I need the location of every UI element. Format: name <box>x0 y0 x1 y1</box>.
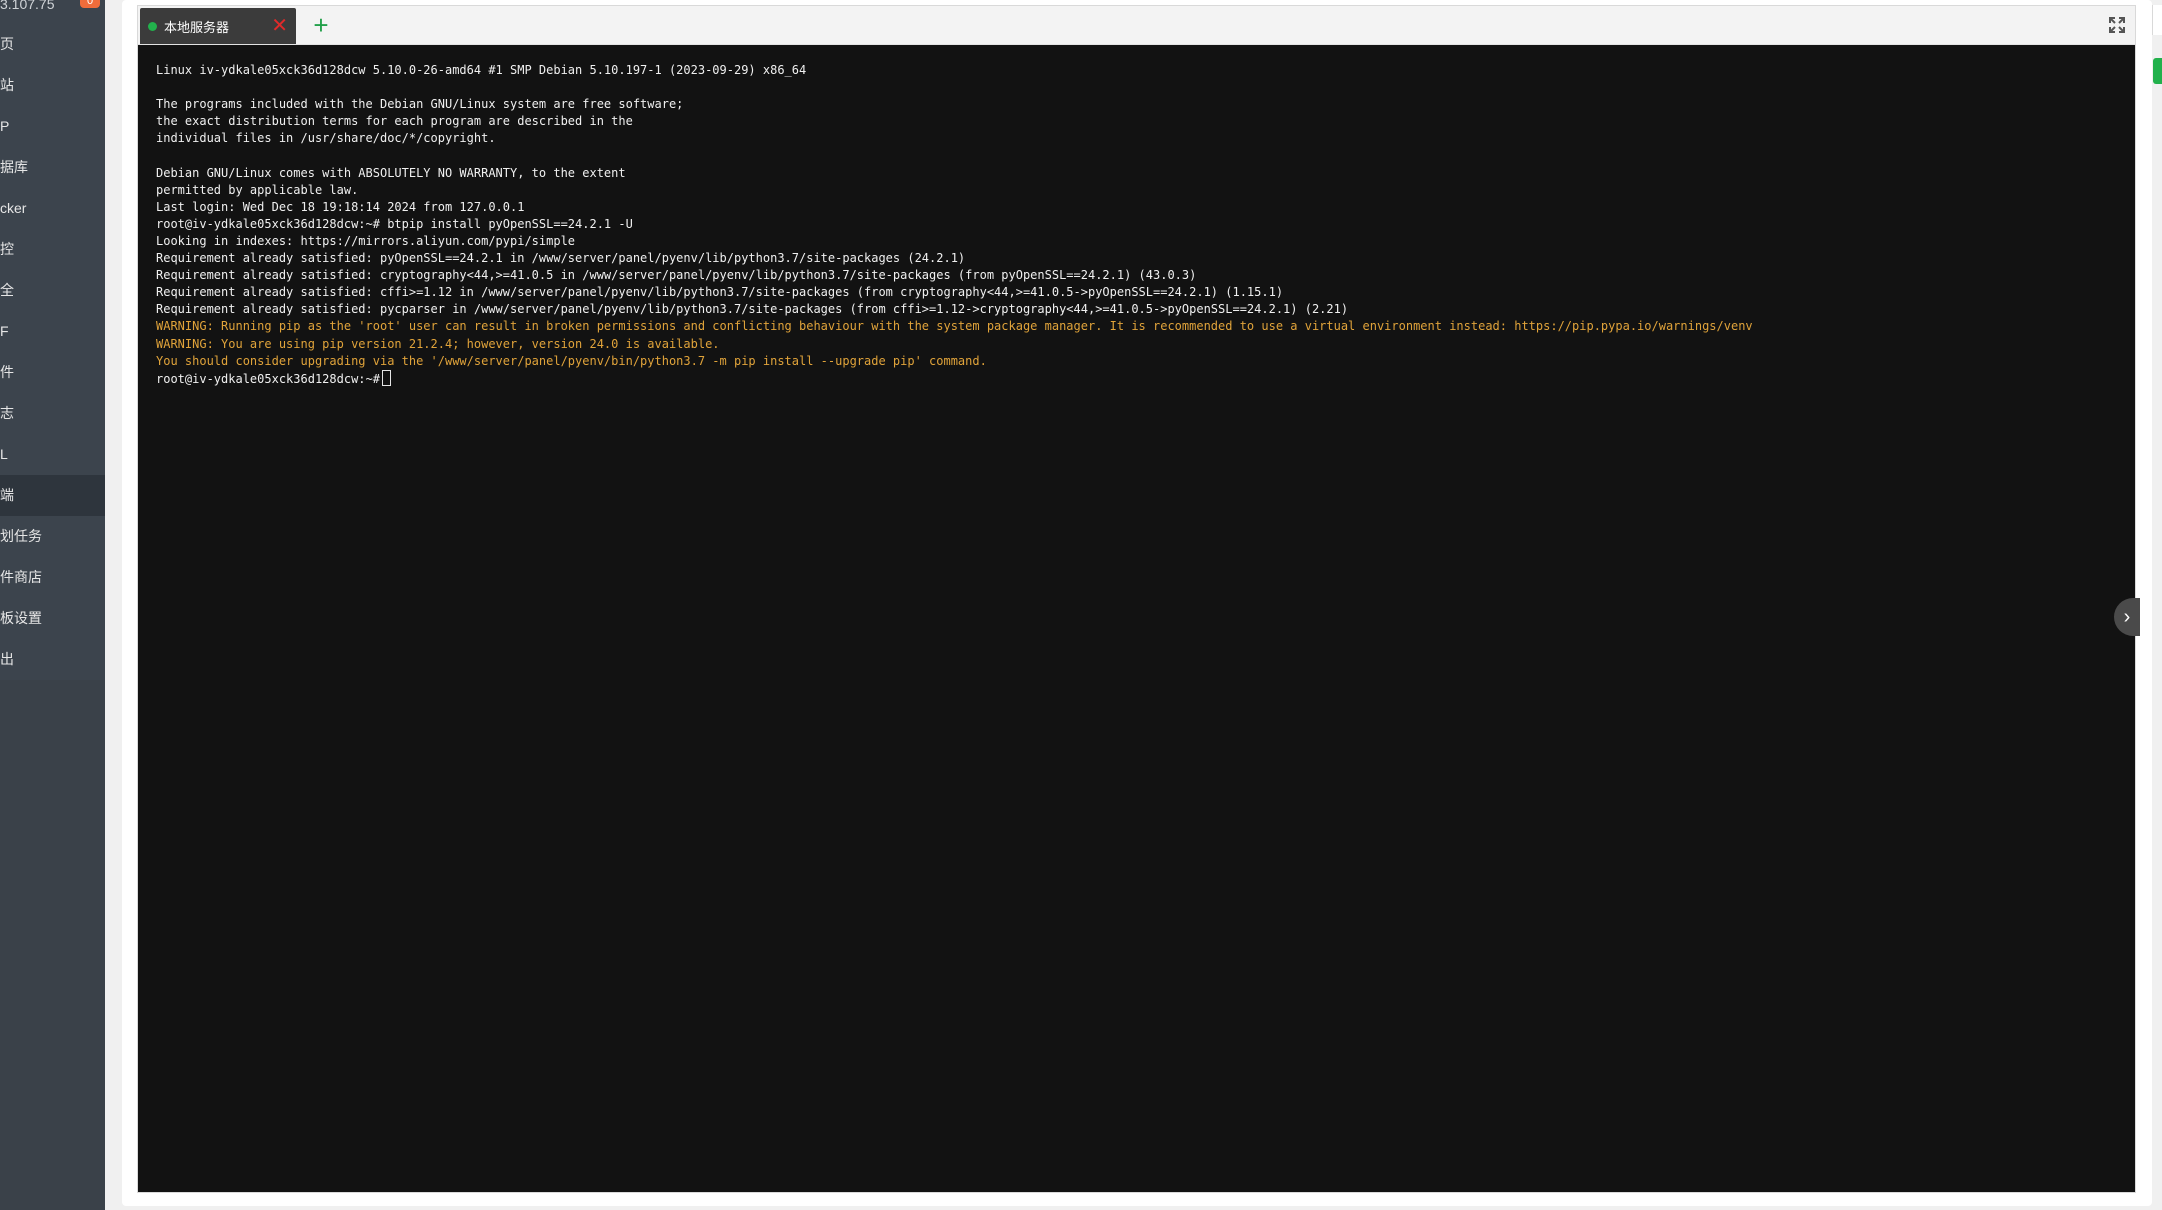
sidebar-item-ftp[interactable]: P <box>0 106 105 147</box>
terminal-line: individual files in /usr/share/doc/*/cop… <box>156 131 496 146</box>
terminal-line: Requirement already satisfied: cffi>=1.1… <box>156 285 1284 300</box>
terminal-line: Requirement already satisfied: pyOpenSSL… <box>156 251 966 266</box>
sidebar-menu: 页 站 P 据库 cker 控 全 F 件 志 L 端 划任务 件商店 板设置 … <box>0 24 105 680</box>
fullscreen-icon[interactable] <box>2107 15 2127 35</box>
terminal-line: Looking in indexes: https://mirrors.aliy… <box>156 233 576 248</box>
sidebar-item-security[interactable]: 全 <box>0 270 105 311</box>
right-edge-panel <box>2152 5 2162 35</box>
server-ip: 3.107.75 <box>0 0 55 12</box>
sidebar-footer <box>0 680 105 1210</box>
terminal-line: Linux iv-ydkale05xck36d128dcw 5.10.0-26-… <box>156 63 807 77</box>
sidebar-item-waf[interactable]: F <box>0 311 105 352</box>
status-dot-icon <box>148 22 157 31</box>
sidebar-item-website[interactable]: 站 <box>0 65 105 106</box>
sidebar-item-docker[interactable]: cker <box>0 188 105 229</box>
terminal-line: the exact distribution terms for each pr… <box>156 114 633 129</box>
sidebar-item-cron[interactable]: 划任务 <box>0 516 105 557</box>
sidebar-item-monitor[interactable]: 控 <box>0 229 105 270</box>
sidebar-item-logout[interactable]: 出 <box>0 639 105 680</box>
terminal-cursor <box>381 369 391 386</box>
terminal-line: root@iv-ydkale05xck36d128dcw:~# btpip in… <box>156 216 633 231</box>
terminal-prompt: root@iv-ydkale05xck36d128dcw:~# <box>156 371 380 386</box>
terminal-line: Debian GNU/Linux comes with ABSOLUTELY N… <box>156 165 626 180</box>
sidebar-item-logs[interactable]: 志 <box>0 393 105 434</box>
terminal-tabbar: 本地服务器 ✕ + <box>138 6 2135 45</box>
sidebar-item-home[interactable]: 页 <box>0 24 105 65</box>
right-edge-indicator[interactable] <box>2153 58 2162 84</box>
terminal-warning-line: WARNING: Running pip as the 'root' user … <box>156 319 1753 334</box>
sidebar: 3.107.75 0 页 站 P 据库 cker 控 全 F 件 志 L 端 划… <box>0 0 105 1210</box>
terminal-warning-line: WARNING: You are using pip version 21.2.… <box>156 336 720 351</box>
terminal-line: Last login: Wed Dec 18 19:18:14 2024 fro… <box>156 199 525 214</box>
terminal-window: 本地服务器 ✕ + Linux iv-ydkale05xck36d128dcw … <box>137 5 2136 1193</box>
terminal-line: permitted by applicable law. <box>156 182 359 197</box>
sidebar-item-settings[interactable]: 板设置 <box>0 598 105 639</box>
terminal-line: Requirement already satisfied: cryptogra… <box>156 268 1197 283</box>
terminal-prompt-line[interactable]: root@iv-ydkale05xck36d128dcw:~# <box>156 369 2116 387</box>
close-icon[interactable]: ✕ <box>271 14 288 38</box>
sidebar-item-app-store[interactable]: 件商店 <box>0 557 105 598</box>
sidebar-item-terminal[interactable]: 端 <box>0 475 105 516</box>
tab-label: 本地服务器 <box>164 20 230 35</box>
terminal-output[interactable]: Linux iv-ydkale05xck36d128dcw 5.10.0-26-… <box>156 62 2116 1172</box>
add-tab-button[interactable]: + <box>308 9 334 41</box>
terminal-line: Requirement already satisfied: pycparser… <box>156 302 1349 317</box>
sidebar-item-files[interactable]: 件 <box>0 352 105 393</box>
notification-badge[interactable]: 0 <box>80 0 100 8</box>
sidebar-item-database[interactable]: 据库 <box>0 147 105 188</box>
server-ip-row: 3.107.75 0 <box>0 0 105 14</box>
terminal-warning-line: You should consider upgrading via the '/… <box>156 353 987 368</box>
terminal-line: The programs included with the Debian GN… <box>156 97 684 112</box>
tab-local-server[interactable]: 本地服务器 ✕ <box>140 8 296 44</box>
sidebar-item-ssl[interactable]: L <box>0 434 105 475</box>
